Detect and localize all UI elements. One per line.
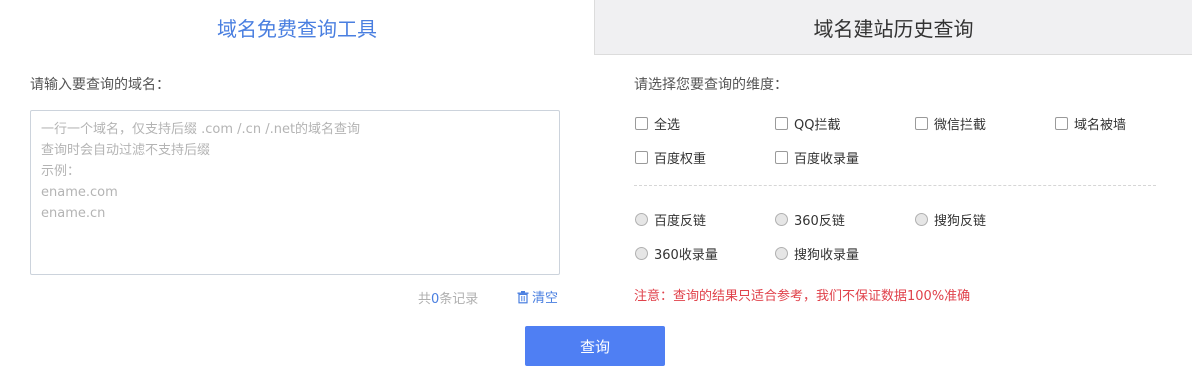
checkbox-label: 百度权重 — [654, 152, 707, 167]
radio-label: 360反链 — [794, 214, 845, 229]
radio-label: 搜狗收录量 — [794, 248, 860, 263]
checkbox-box[interactable] — [775, 151, 788, 164]
radio-sogou-index[interactable]: 搜狗收录量 — [775, 244, 859, 263]
radio-label: 360收录量 — [654, 248, 718, 263]
checkbox-box[interactable] — [635, 151, 648, 164]
checkbox-box[interactable] — [775, 117, 788, 130]
domain-textarea[interactable] — [30, 110, 560, 275]
radio-circle[interactable] — [635, 213, 648, 226]
radio-label: 搜狗反链 — [934, 214, 987, 229]
record-count: 共0条记录 — [418, 288, 478, 307]
domain-input-label: 请输入要查询的域名： — [30, 77, 170, 93]
checkbox-box[interactable] — [1055, 117, 1068, 130]
radio-360-index[interactable]: 360收录量 — [635, 244, 718, 263]
radio-circle[interactable] — [775, 247, 788, 260]
checkbox-label: 百度收录量 — [794, 152, 860, 167]
tab-free-query-tool[interactable]: 域名免费查询工具 — [0, 0, 594, 55]
trash-icon — [516, 290, 530, 304]
checkbox-label: 微信拦截 — [934, 118, 987, 133]
radio-circle[interactable] — [635, 247, 648, 260]
record-count-suffix: 条记录 — [439, 292, 479, 307]
checkbox-baidu-weight[interactable]: 百度权重 — [635, 148, 706, 167]
radio-baidu-backlinks[interactable]: 百度反链 — [635, 210, 706, 229]
checkbox-label: 全选 — [654, 118, 681, 133]
radio-360-backlinks[interactable]: 360反链 — [775, 210, 845, 229]
checkbox-domain-blocked[interactable]: 域名被墙 — [1055, 114, 1126, 133]
clear-button[interactable]: 清空 — [516, 287, 558, 306]
checkbox-box[interactable] — [915, 117, 928, 130]
tab-bar: 域名免费查询工具 域名建站历史查询 — [0, 0, 1192, 55]
options-divider — [634, 185, 1156, 186]
radio-sogou-backlinks[interactable]: 搜狗反链 — [915, 210, 986, 229]
radio-circle[interactable] — [775, 213, 788, 226]
checkbox-qq-block[interactable]: QQ拦截 — [775, 114, 840, 133]
tab-site-history-query[interactable]: 域名建站历史查询 — [594, 0, 1192, 55]
clear-label: 清空 — [532, 291, 559, 306]
domain-query-page: 域名免费查询工具 域名建站历史查询 请输入要查询的域名： 共0条记录 清空 请选… — [0, 0, 1192, 381]
query-button[interactable]: 查询 — [525, 326, 665, 366]
checkbox-wechat-block[interactable]: 微信拦截 — [915, 114, 986, 133]
dimension-label: 请选择您要查询的维度： — [634, 77, 788, 93]
radio-circle[interactable] — [915, 213, 928, 226]
checkbox-label: 域名被墙 — [1074, 118, 1127, 133]
checkbox-label: QQ拦截 — [794, 118, 841, 133]
record-count-prefix: 共 — [418, 292, 432, 307]
checkbox-select-all[interactable]: 全选 — [635, 114, 680, 133]
accuracy-notice: 注意：查询的结果只适合参考，我们不保证数据100%准确 — [634, 289, 971, 304]
radio-label: 百度反链 — [654, 214, 707, 229]
checkbox-box[interactable] — [635, 117, 648, 130]
checkbox-baidu-index[interactable]: 百度收录量 — [775, 148, 859, 167]
